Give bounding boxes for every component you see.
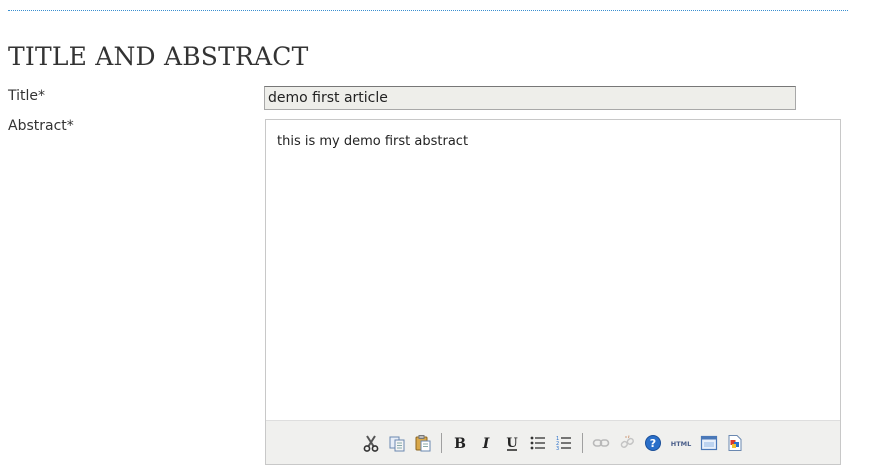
svg-text:B: B bbox=[454, 436, 466, 452]
italic-icon: I bbox=[482, 436, 490, 452]
help-button[interactable]: ? bbox=[642, 432, 664, 454]
cut-button[interactable] bbox=[360, 432, 382, 454]
unlink-button[interactable] bbox=[616, 432, 638, 454]
help-icon: ? bbox=[645, 434, 661, 451]
paste-icon bbox=[415, 434, 431, 451]
paste-word-icon bbox=[728, 434, 742, 451]
numbered-list-icon: 1 2 3 bbox=[556, 436, 571, 452]
abstract-label: Abstract* bbox=[8, 118, 74, 134]
fullscreen-icon bbox=[700, 435, 718, 450]
toolbar-separator bbox=[582, 432, 583, 453]
title-label: Title* bbox=[8, 88, 46, 104]
abstract-editor: this is my demo first abstract B I U 1 2… bbox=[265, 119, 841, 465]
fullscreen-button[interactable] bbox=[698, 432, 720, 454]
copy-icon bbox=[389, 436, 405, 451]
toolbar-separator bbox=[441, 432, 442, 453]
paste-word-button[interactable] bbox=[724, 432, 746, 454]
section-divider bbox=[8, 10, 848, 11]
unlink-icon bbox=[620, 434, 634, 448]
html-source-icon: HTML bbox=[671, 440, 691, 448]
bold-icon: B bbox=[454, 436, 466, 452]
underline-icon: U bbox=[506, 436, 518, 451]
bold-button[interactable]: B bbox=[449, 432, 471, 454]
numbered-list-button[interactable]: 1 2 3 bbox=[553, 432, 575, 454]
cut-icon bbox=[363, 434, 379, 452]
copy-button[interactable] bbox=[386, 432, 408, 454]
underline-button[interactable]: U bbox=[501, 432, 523, 454]
svg-text:?: ? bbox=[650, 437, 656, 450]
section-title: TITLE AND ABSTRACT bbox=[8, 42, 309, 71]
bullet-list-icon bbox=[530, 436, 545, 449]
link-icon bbox=[592, 438, 610, 447]
editor-toolbar: B I U 1 2 3 ? HTML bbox=[266, 420, 840, 464]
svg-text:HTML: HTML bbox=[671, 440, 691, 448]
link-button[interactable] bbox=[590, 432, 612, 454]
paste-button[interactable] bbox=[412, 432, 434, 454]
title-input[interactable] bbox=[264, 86, 796, 110]
svg-text:I: I bbox=[482, 436, 490, 452]
html-source-button[interactable]: HTML bbox=[668, 432, 694, 454]
svg-text:U: U bbox=[506, 436, 518, 451]
abstract-editor-content[interactable]: this is my demo first abstract bbox=[266, 120, 840, 421]
svg-text:3: 3 bbox=[556, 446, 559, 452]
italic-button[interactable]: I bbox=[475, 432, 497, 454]
bullet-list-button[interactable] bbox=[527, 432, 549, 454]
